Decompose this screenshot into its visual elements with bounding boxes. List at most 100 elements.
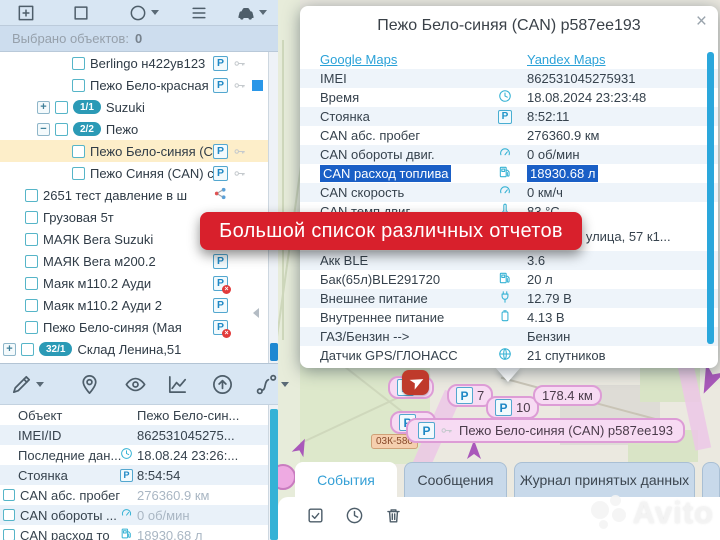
popup-row[interactable]: CAN расход топлива18930.68 л [300, 164, 718, 183]
checkbox[interactable] [72, 145, 85, 158]
popup-row-value: 18930.68 л [527, 165, 598, 182]
checkbox[interactable] [55, 123, 68, 136]
tab-3[interactable]: Журнал принятых данных [514, 462, 695, 497]
map-badge[interactable]: P10 [486, 396, 539, 419]
tree-item[interactable]: +1/1Suzuki [0, 96, 268, 118]
sat-icon [498, 347, 512, 364]
tree-item[interactable]: Пежо Бело-краснаяP [0, 74, 268, 96]
chevron-down-icon[interactable] [281, 382, 289, 387]
tree-item[interactable]: Пежо Бело-синяя (МаяP× [0, 316, 268, 338]
car-button[interactable] [236, 3, 267, 23]
details-row[interactable]: ОбъектПежо Бело-син... [0, 405, 268, 425]
popup-row[interactable]: Время18.08.2024 23:23:48 [300, 88, 718, 107]
expand-icon[interactable]: + [3, 343, 16, 356]
parking-icon: P [498, 110, 512, 124]
chevron-down-icon[interactable] [259, 10, 267, 15]
tab-2[interactable]: Сообщения [404, 462, 507, 497]
yandex-maps-link[interactable]: Yandex Maps [527, 52, 606, 67]
details-row[interactable]: CAN абс. пробег276360.9 км [0, 485, 268, 505]
details-row[interactable]: IMEI/ID862531045275... [0, 425, 268, 445]
square-button[interactable] [71, 3, 91, 23]
tab-overflow[interactable] [702, 462, 720, 497]
checkbox[interactable] [25, 211, 38, 224]
list-button[interactable] [189, 3, 209, 23]
popup-row-label: ГАЗ/Бензин --> [320, 329, 409, 344]
tree-item[interactable]: Berlingo н422ув123P [0, 52, 268, 74]
tree-item[interactable]: Пежо Синяя (CAN) сP [0, 162, 268, 184]
details-row[interactable]: CAN обороты ...0 об/мин [0, 505, 268, 525]
trash-button[interactable] [384, 506, 403, 525]
key-icon [232, 57, 248, 70]
tree-item[interactable]: Маяк м110.2 Ауди 2P [0, 294, 268, 316]
checkbox[interactable] [55, 101, 68, 114]
details-row[interactable]: CAN расход то18930.68 л [0, 525, 268, 540]
checkbox[interactable] [72, 57, 85, 70]
popup-row[interactable]: CAN скорость0 км/ч [300, 183, 718, 202]
vehicle-marker-icon[interactable] [402, 370, 429, 395]
checkbox[interactable] [25, 189, 38, 202]
expand-icon[interactable]: + [37, 101, 50, 114]
popup-tail [495, 367, 521, 382]
checkbox[interactable] [3, 529, 15, 540]
details-scrollbar[interactable] [268, 405, 278, 540]
annotation-banner: Большой список различных отчетов [200, 212, 582, 250]
popup-row[interactable]: CAN абс. пробег276360.9 км [300, 126, 718, 145]
popup-row[interactable]: Бак(65л)BLE29172020 л [300, 270, 718, 289]
details-scrollbar-thumb[interactable] [270, 409, 278, 540]
popup-row[interactable]: Google Maps Yandex Maps [300, 50, 718, 69]
map-badge-label: 178.4 км [542, 388, 593, 403]
popup-row[interactable]: СтоянкаP8:52:11 [300, 107, 718, 126]
checkbox[interactable] [25, 233, 38, 246]
tree-item[interactable]: 2651 тест давление в ш [0, 184, 268, 206]
checkbox[interactable] [25, 299, 38, 312]
checkbox[interactable] [21, 343, 34, 356]
map-badge[interactable]: PПежо Бело-синяя (CAN) p587ee193 [406, 418, 685, 443]
popup-scrollbar[interactable] [707, 52, 714, 344]
tree-item[interactable]: Маяк м110.2 АудиP× [0, 272, 268, 294]
chevron-down-icon[interactable] [36, 382, 44, 387]
collapse-icon[interactable]: − [37, 123, 50, 136]
popup-row[interactable]: Акк BLE3.6 [300, 251, 718, 270]
pin-button[interactable] [78, 373, 101, 396]
check-button[interactable] [306, 506, 325, 525]
popup-row[interactable]: CAN обороты двиг.0 об/мин [300, 145, 718, 164]
close-icon[interactable]: × [696, 12, 707, 31]
tree-scrollbar-thumb[interactable] [270, 343, 278, 361]
parking-error-icon: P× [213, 276, 228, 291]
details-row[interactable]: Последние дан...18.08.24 23:26:... [0, 445, 268, 465]
checkbox[interactable] [3, 509, 15, 521]
pencil-button[interactable] [10, 373, 44, 396]
tree-item[interactable]: Пежо Бело-синяя (СP [0, 140, 268, 162]
checkbox[interactable] [72, 79, 85, 92]
clock-button[interactable] [345, 506, 364, 525]
checkbox[interactable] [3, 489, 15, 501]
details-row[interactable]: СтоянкаP8:54:54 [0, 465, 268, 485]
popup-row[interactable]: ГАЗ/Бензин -->Бензин [300, 327, 718, 346]
google-maps-link[interactable]: Google Maps [320, 52, 397, 67]
tree-item[interactable]: +32/1Склад Ленина,51 [0, 338, 268, 360]
popup-row[interactable]: Внешнее питание12.79 В [300, 289, 718, 308]
tab-1[interactable]: События [295, 462, 397, 497]
add-button[interactable] [16, 3, 36, 23]
popup-row[interactable]: Внутреннее питание4.13 В [300, 308, 718, 327]
route-button[interactable] [255, 373, 289, 396]
eye-button[interactable] [124, 373, 147, 396]
chevron-down-icon[interactable] [151, 10, 159, 15]
upload-button[interactable] [211, 373, 234, 396]
tree-item[interactable]: МАЯК Вега м200.2P [0, 250, 268, 272]
popup-row-label: Датчик GPS/ГЛОНАСС [320, 348, 458, 363]
chart-button[interactable] [166, 373, 189, 396]
checkbox[interactable] [25, 321, 38, 334]
popup-row[interactable]: IMEI862531045275931 [300, 69, 718, 88]
collapse-panel-icon[interactable] [253, 308, 259, 318]
popup-row[interactable]: Датчик GPS/ГЛОНАСС21 спутников [300, 346, 718, 365]
circle-button[interactable] [128, 3, 159, 23]
tree-item-label: МАЯК Вега м200.2 [43, 254, 156, 269]
object-tree: Berlingo н422ув123PПежо Бело-краснаяP+1/… [0, 52, 268, 363]
tree-item[interactable]: −2/2Пежо [0, 118, 268, 140]
checkbox[interactable] [25, 277, 38, 290]
checkbox[interactable] [25, 255, 38, 268]
tree-scrollbar[interactable] [268, 52, 278, 363]
map-badge[interactable]: 178.4 км [533, 385, 602, 406]
checkbox[interactable] [72, 167, 85, 180]
